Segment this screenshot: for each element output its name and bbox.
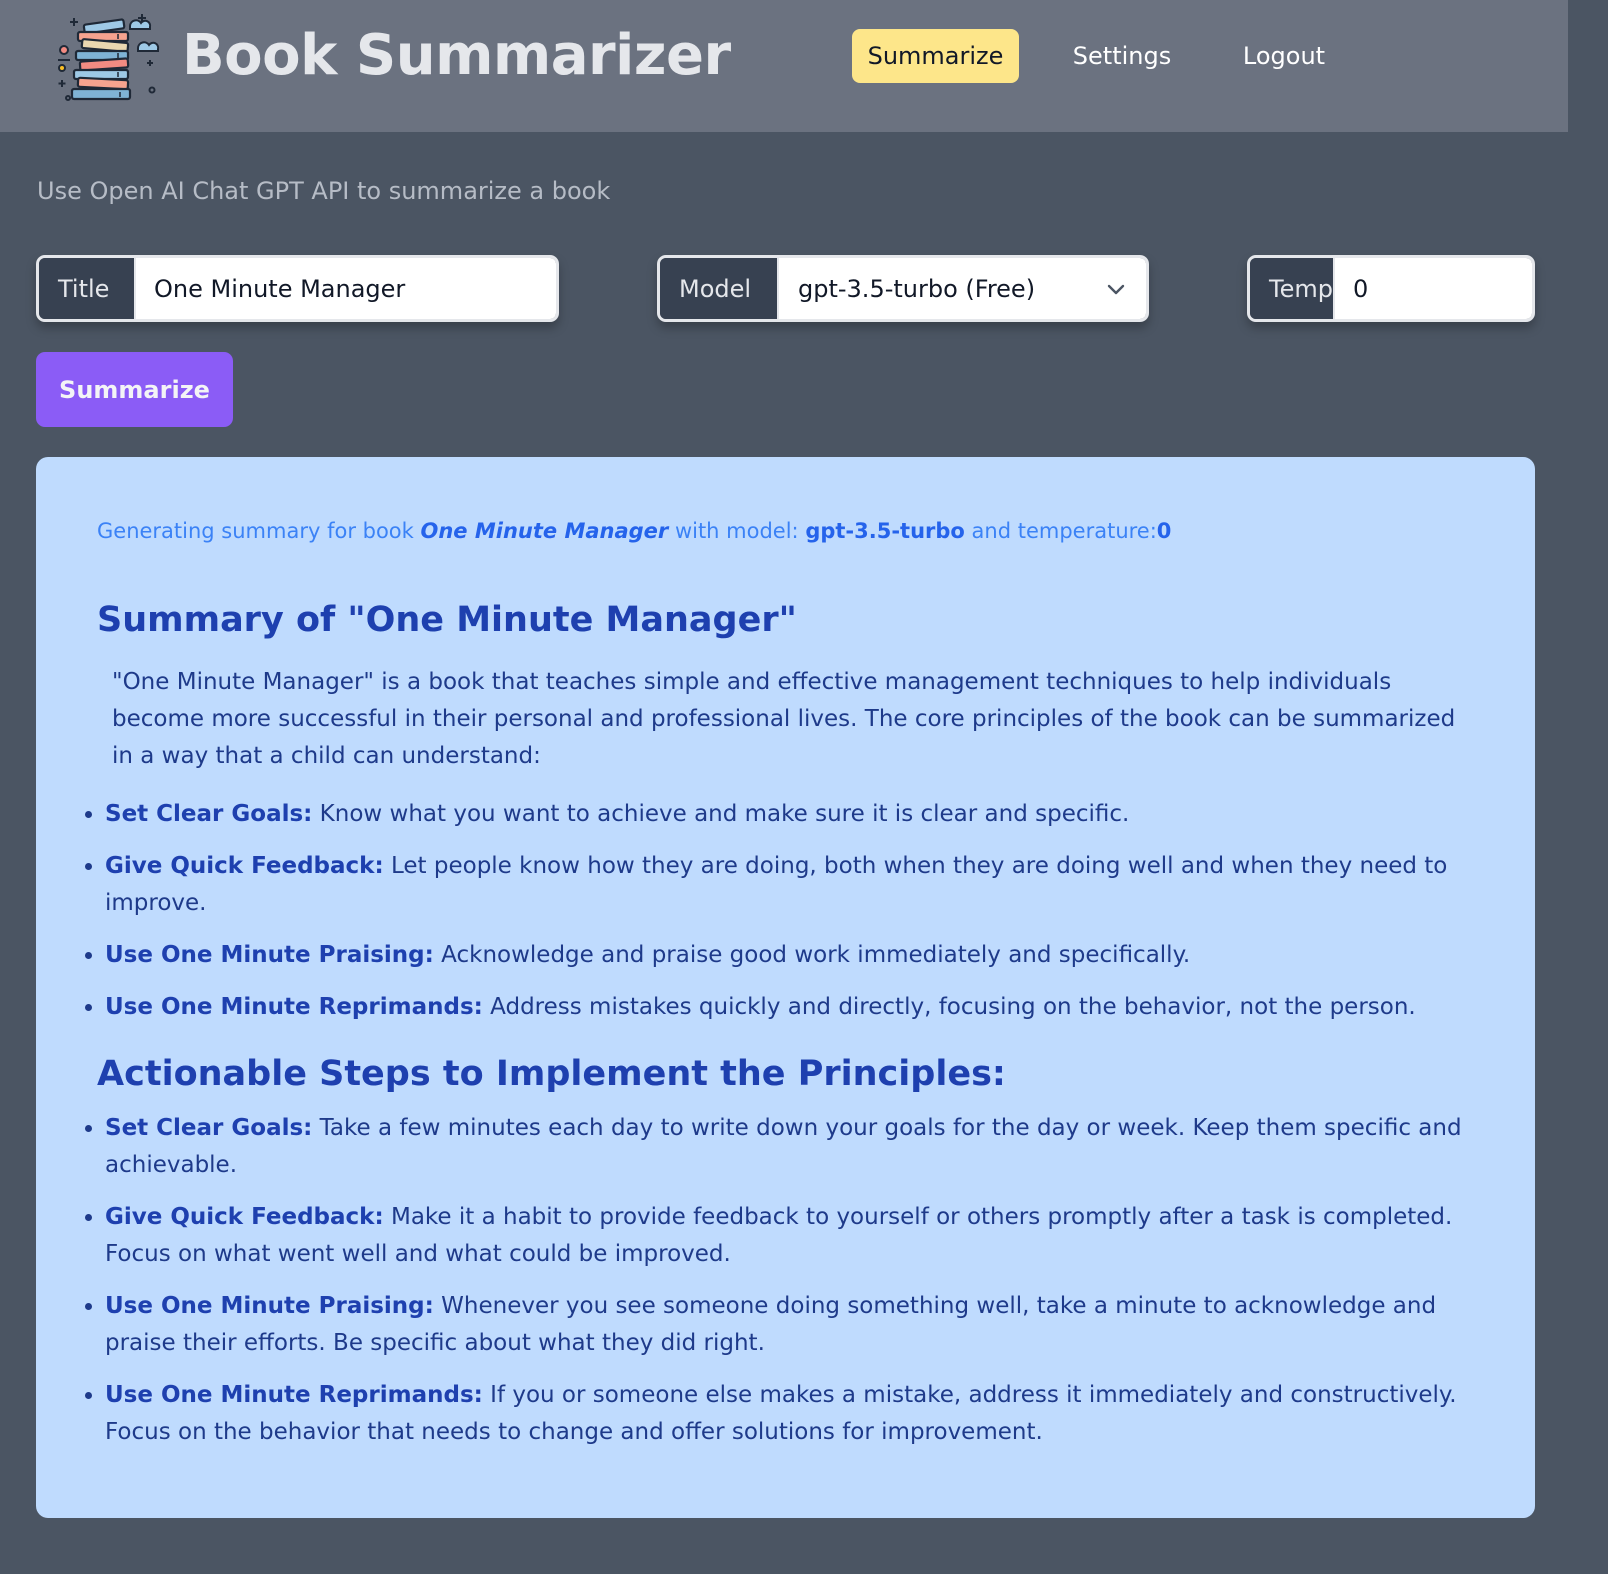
app-title: Book Summarizer	[182, 23, 731, 88]
title-input-group: Title	[36, 255, 559, 322]
list-item-text: Address mistakes quickly and directly, f…	[482, 994, 1416, 1020]
status-book: One Minute Manager	[420, 519, 669, 543]
status-mid: with model:	[668, 519, 806, 543]
principles-list: Set Clear Goals: Know what you want to a…	[74, 796, 1474, 1041]
list-item-term: Use One Minute Reprimands:	[105, 1382, 483, 1408]
list-item: Use One Minute Praising: Acknowledge and…	[105, 937, 1474, 974]
chevron-down-icon	[1107, 284, 1125, 295]
status-temperature: 0	[1156, 519, 1172, 543]
list-item-term: Give Quick Feedback:	[105, 1204, 384, 1230]
status-model: gpt-3.5-turbo	[805, 519, 965, 543]
list-item-term: Use One Minute Reprimands:	[105, 994, 483, 1020]
nav-logout-button[interactable]: Logout	[1220, 29, 1348, 83]
status-suffix: and temperature:	[964, 519, 1157, 543]
list-item: Use One Minute Praising: Whenever you se…	[105, 1288, 1474, 1362]
model-select-group: Model gpt-3.5-turbo (Free)	[657, 255, 1149, 322]
stacked-books-icon[interactable]	[56, 10, 160, 104]
nav-settings-button[interactable]: Settings	[1050, 29, 1194, 83]
title-label: Title	[39, 258, 136, 319]
summary-result-panel: Generating summary for book One Minute M…	[36, 457, 1535, 1518]
temp-input-group: Temp	[1247, 255, 1535, 322]
list-item-term: Use One Minute Praising:	[105, 942, 434, 968]
steps-heading: Actionable Steps to Implement the Princi…	[97, 1054, 1006, 1094]
list-item-term: Set Clear Goals:	[105, 1115, 313, 1141]
list-item-term: Give Quick Feedback:	[105, 853, 384, 879]
model-select-value: gpt-3.5-turbo (Free)	[798, 274, 1036, 303]
summarize-button[interactable]: Summarize	[36, 352, 233, 427]
list-item: Use One Minute Reprimands: If you or som…	[105, 1377, 1474, 1451]
list-item: Set Clear Goals: Take a few minutes each…	[105, 1110, 1474, 1184]
list-item: Set Clear Goals: Know what you want to a…	[105, 796, 1474, 833]
model-label: Model	[660, 258, 779, 319]
summary-intro: "One Minute Manager" is a book that teac…	[112, 669, 1456, 769]
top-navbar: Book Summarizer Summarize Settings Logou…	[0, 0, 1568, 132]
generation-status: Generating summary for book One Minute M…	[97, 519, 1171, 543]
list-item: Give Quick Feedback: Let people know how…	[105, 848, 1474, 922]
title-input[interactable]	[136, 258, 556, 319]
model-select[interactable]: gpt-3.5-turbo (Free)	[779, 258, 1146, 319]
list-item: Use One Minute Reprimands: Address mista…	[105, 989, 1474, 1026]
list-item-text: Acknowledge and praise good work immedia…	[433, 942, 1191, 968]
list-item-term: Set Clear Goals:	[105, 801, 313, 827]
nav-summarize-button[interactable]: Summarize	[852, 29, 1019, 83]
temp-label: Temp	[1250, 258, 1335, 319]
list-item-text: Know what you want to achieve and make s…	[312, 801, 1130, 827]
summary-heading: Summary of "One Minute Manager"	[97, 600, 797, 640]
temp-input[interactable]	[1334, 258, 1532, 319]
list-item-term: Use One Minute Praising:	[105, 1293, 434, 1319]
page-subtitle: Use Open AI Chat GPT API to summarize a …	[37, 177, 611, 205]
status-prefix: Generating summary for book	[97, 519, 421, 543]
steps-list: Set Clear Goals: Take a few minutes each…	[74, 1110, 1474, 1466]
list-item: Give Quick Feedback: Make it a habit to …	[105, 1199, 1474, 1273]
